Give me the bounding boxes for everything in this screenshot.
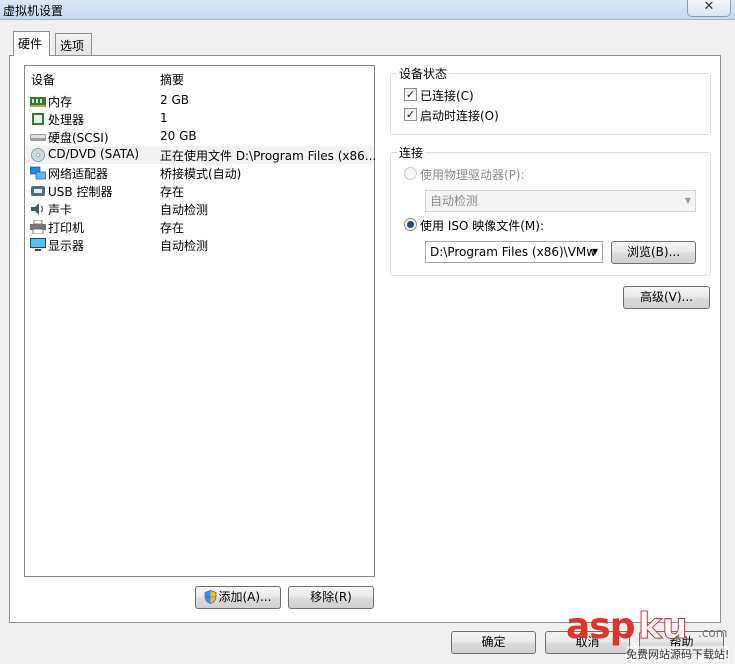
checkmark-icon: ✓: [405, 108, 416, 121]
cd-dvd-icon: [31, 148, 45, 162]
chevron-down-icon: ▼: [684, 196, 691, 205]
sound-card-icon: [31, 203, 44, 215]
device-name: 网络适配器: [48, 167, 109, 181]
device-name: 处理器: [48, 113, 85, 127]
device-status-group: [390, 73, 711, 135]
device-row-display[interactable]: 显示器 自动检测: [25, 236, 374, 254]
iso-path-combobox[interactable]: D:\Program Files (x86)\VMw ▼: [425, 241, 603, 263]
close-icon: ✕: [703, 0, 715, 14]
watermark-brand-a: asp: [566, 606, 635, 647]
close-button[interactable]: ✕: [687, 0, 731, 17]
memory-icon: [30, 97, 46, 107]
device-summary: 2 GB: [160, 93, 189, 107]
browse-button-label: 浏览(B)...: [626, 245, 681, 259]
device-summary: 桥接模式(自动): [160, 167, 242, 181]
device-row-network-adapter[interactable]: 网络适配器 桥接模式(自动): [25, 164, 374, 182]
tab-options-label: 选项: [60, 39, 85, 53]
device-list[interactable]: 设备 摘要 内存 2 GB 处理器 1 硬盘(SCSI) 20 GB CD/DV…: [24, 65, 377, 577]
use-physical-drive-label[interactable]: 使用物理驱动器(P):: [420, 166, 525, 183]
device-name: 显示器: [48, 239, 85, 253]
network-adapter-icon: [30, 166, 46, 180]
device-name: 硬盘(SCSI): [48, 131, 109, 145]
remove-button[interactable]: 移除(R): [288, 586, 374, 609]
display-icon: [30, 238, 46, 251]
device-row-hard-disk[interactable]: 硬盘(SCSI) 20 GB: [25, 128, 374, 146]
tab-hardware-label: 硬件: [18, 37, 43, 51]
watermark-brand-b: ku: [638, 606, 689, 648]
tab-options[interactable]: 选项: [55, 33, 92, 56]
watermark: asp ku .com 免费网站源码下载站!: [566, 606, 732, 664]
connected-label[interactable]: 已连接(C): [420, 87, 474, 104]
chevron-down-icon: ▼: [591, 247, 598, 256]
device-name: CD/DVD (SATA): [48, 147, 140, 161]
title-bar: 虚拟机设置: [0, 0, 735, 20]
window-title: 虚拟机设置: [3, 4, 64, 18]
watermark-domain: .com: [698, 626, 728, 640]
use-iso-radio[interactable]: [404, 218, 417, 231]
device-row-printer[interactable]: 打印机 存在: [25, 218, 374, 236]
physical-drive-select[interactable]: 自动检测 ▼: [425, 190, 696, 212]
add-button-label: 添加(A)...: [218, 590, 272, 604]
use-physical-drive-radio[interactable]: [404, 167, 417, 180]
connection-title: 连接: [397, 144, 426, 161]
advanced-button[interactable]: 高级(V)...: [623, 286, 710, 309]
browse-button[interactable]: 浏览(B)...: [611, 241, 696, 264]
device-summary: 存在: [160, 221, 185, 235]
connect-at-power-on-label[interactable]: 启动时连接(O): [420, 107, 499, 124]
device-summary: 20 GB: [160, 129, 197, 143]
advanced-button-label: 高级(V)...: [639, 290, 694, 304]
hard-disk-icon: [30, 134, 46, 141]
ok-button[interactable]: 确定: [451, 631, 536, 654]
device-name: 内存: [48, 95, 73, 109]
usb-icon: [31, 186, 45, 196]
watermark-tagline: 免费网站源码下载站!: [626, 646, 730, 662]
device-summary: 存在: [160, 185, 185, 199]
device-name: 声卡: [48, 203, 73, 217]
iso-path-value: D:\Program Files (x86)\VMw: [430, 245, 597, 259]
remove-button-label: 移除(R): [310, 590, 352, 604]
device-row-usb-controller[interactable]: USB 控制器 存在: [25, 182, 374, 200]
uac-shield-icon: [205, 590, 217, 604]
device-row-memory[interactable]: 内存 2 GB: [25, 92, 374, 110]
physical-drive-select-value: 自动检测: [430, 194, 479, 208]
device-list-header: 设备 摘要: [25, 66, 374, 87]
printer-icon: [30, 220, 46, 234]
checkmark-icon: ✓: [405, 88, 416, 101]
use-iso-label[interactable]: 使用 ISO 映像文件(M):: [420, 217, 544, 234]
connect-at-power-on-checkbox[interactable]: ✓: [404, 108, 417, 121]
ok-button-label: 确定: [481, 635, 506, 649]
device-row-processor[interactable]: 处理器 1: [25, 110, 374, 128]
radio-dot-icon: [407, 221, 414, 228]
device-name: USB 控制器: [48, 185, 113, 199]
add-button[interactable]: 添加(A)...: [195, 586, 281, 609]
column-header-device[interactable]: 设备: [31, 71, 55, 88]
device-status-title: 设备状态: [397, 65, 450, 82]
device-summary: 自动检测: [160, 203, 209, 217]
device-name: 打印机: [48, 221, 85, 235]
device-summary: 自动检测: [160, 239, 209, 253]
column-header-summary[interactable]: 摘要: [160, 71, 184, 88]
tab-hardware[interactable]: 硬件: [13, 31, 50, 56]
connected-checkbox[interactable]: ✓: [404, 88, 417, 101]
processor-icon: [32, 113, 44, 125]
device-summary: 正在使用文件 D:\Program Files (x86...: [160, 149, 377, 163]
device-row-sound-card[interactable]: 声卡 自动检测: [25, 200, 374, 218]
device-row-cd-dvd[interactable]: CD/DVD (SATA) 正在使用文件 D:\Program Files (x…: [25, 146, 377, 164]
device-summary: 1: [160, 111, 168, 125]
